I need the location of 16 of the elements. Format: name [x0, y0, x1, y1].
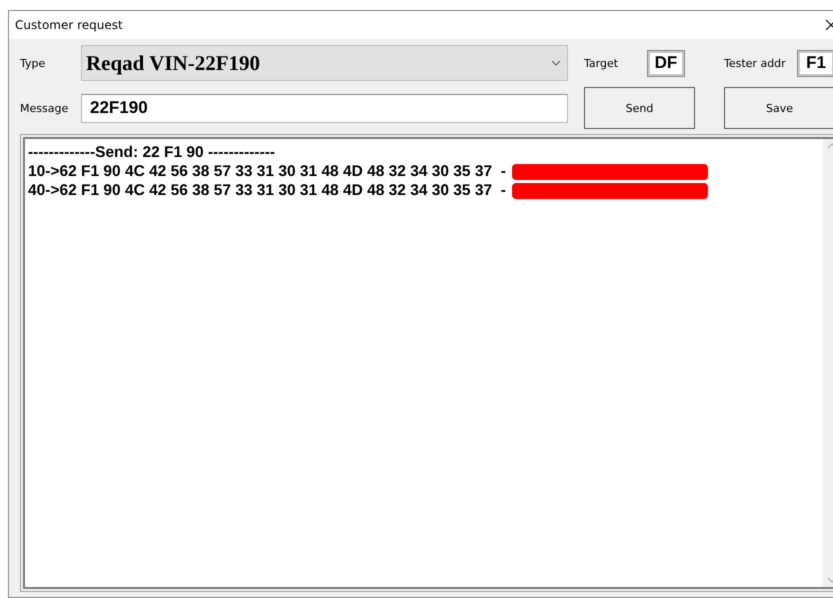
caret-icon: [551, 60, 561, 66]
type-dropdown[interactable]: Reqad VIN-22F190: [81, 45, 568, 81]
save-button[interactable]: Save: [724, 87, 833, 129]
tester-addr-label: Tester addr: [724, 56, 787, 70]
message-label: Message: [20, 102, 70, 114]
message-field[interactable]: 22F190: [81, 94, 568, 122]
type-label: Type: [20, 56, 46, 70]
target-label: Target: [584, 56, 620, 70]
target-field[interactable]: DF: [648, 50, 684, 76]
send-button[interactable]: Send: [584, 87, 695, 129]
log-line: 10->62 F1 90 4C 42 56 38 57 33 31 30 31 48 4D 48 32 34 30 35 37 -: [28, 162, 506, 181]
tester-addr-field[interactable]: F1: [798, 50, 833, 76]
log-line: 40->62 F1 90 4C 42 56 38 57 33 31 30 31 48 4D 48 32 34 30 35 37 -: [28, 181, 506, 200]
dropdown-value: Reqad VIN-22F190: [86, 50, 260, 76]
log-line: -------------Send: 22 F1 90 -------------: [28, 143, 276, 162]
window-title: Customer request: [15, 18, 123, 32]
